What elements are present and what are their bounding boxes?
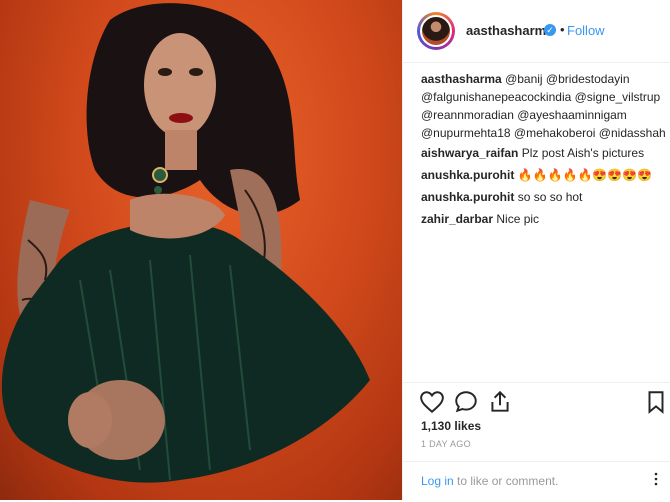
avatar[interactable] [417, 12, 455, 50]
post-timestamp[interactable]: 1 DAY AGO [421, 439, 471, 449]
comment-author[interactable]: aishwarya_raifan [421, 146, 518, 160]
caption-author[interactable]: aasthasharma [421, 72, 502, 86]
caption-line[interactable]: @nupurmehta18 @mehakoberoi @nidasshah [421, 124, 666, 142]
login-prompt-text: Log in to like or comment. [421, 474, 558, 488]
caption-line[interactable]: @falgunishanepeacockindia @signe_vilstru… [421, 88, 666, 106]
comment-icon[interactable] [453, 389, 479, 415]
likes-count[interactable]: 1,130 likes [421, 419, 481, 433]
post-photo-illustration [1, 3, 371, 483]
username-link[interactable]: aasthasharma [466, 23, 553, 38]
comment-text: Plz post Aish's pictures [521, 146, 645, 160]
verified-badge-icon: ✓ [544, 24, 556, 36]
caption-line[interactable]: @reannmoradian @ayeshaaminnigam [421, 106, 666, 124]
heart-icon[interactable] [419, 389, 445, 415]
comment-author[interactable]: anushka.purohit [421, 190, 514, 204]
comment-text: 🔥🔥🔥🔥🔥😍😍😍😍 [517, 168, 653, 182]
post-header: aasthasharma ✓ • Follow [403, 0, 670, 63]
comment-author[interactable]: anushka.purohit [421, 168, 514, 182]
share-icon[interactable] [487, 389, 513, 415]
follow-button[interactable]: Follow [567, 23, 605, 38]
login-link[interactable]: Log in [421, 474, 454, 488]
comment-text: Nice pic [496, 212, 540, 226]
post-caption: aasthasharma @banij @bridestodayin @falg… [421, 70, 666, 142]
login-prompt-rest: to like or comment. [453, 474, 559, 488]
post-photo[interactable] [0, 0, 402, 500]
comment-list: aasthasharma @banij @bridestodayin @falg… [421, 70, 666, 232]
comment-author[interactable]: zahir_darbar [421, 212, 493, 226]
comment-item: zahir_darbar Nice pic [421, 210, 666, 228]
comment-item: anushka.purohit so so so hot [421, 188, 666, 206]
comment-text: so so so hot [517, 190, 583, 204]
action-bar: 1,130 likes 1 DAY AGO Log in to like or … [403, 382, 670, 501]
separator-dot: • [560, 22, 565, 37]
instagram-post: aasthasharma ✓ • Follow aasthasharma @ba… [0, 0, 670, 500]
login-prompt: Log in to like or comment. [403, 461, 670, 502]
more-options-icon[interactable] [650, 472, 662, 486]
avatar-image [420, 15, 452, 47]
post-sidebar: aasthasharma ✓ • Follow aasthasharma @ba… [403, 0, 670, 500]
comment-item: anushka.purohit 🔥🔥🔥🔥🔥😍😍😍😍 [421, 166, 666, 184]
comment-item: aishwarya_raifan Plz post Aish's picture… [421, 144, 666, 162]
caption-line[interactable]: @banij @bridestodayin [505, 72, 629, 86]
bookmark-icon[interactable] [643, 389, 669, 415]
